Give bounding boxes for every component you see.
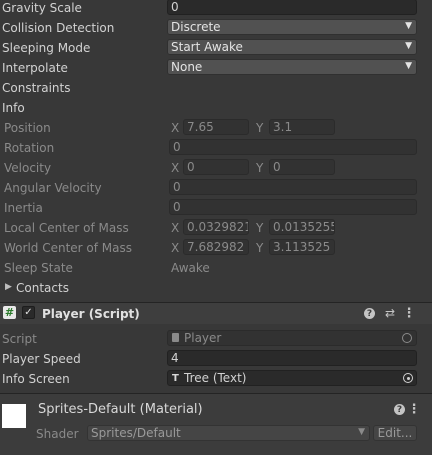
dropdown-arrow-icon: ▼ bbox=[405, 21, 412, 31]
sleeping-mode-label: Sleeping Mode bbox=[2, 41, 91, 55]
object-picker-icon[interactable] bbox=[403, 373, 413, 383]
inertia-field: 0 bbox=[169, 199, 417, 215]
script-value: Player bbox=[184, 331, 222, 345]
position-row: Position X 7.65 Y 3.1 bbox=[0, 118, 432, 138]
angular-velocity-label: Angular Velocity bbox=[4, 181, 102, 195]
info-label: Info bbox=[2, 101, 25, 115]
player-script-title: Player (Script) bbox=[42, 307, 140, 321]
y-axis-label: Y bbox=[256, 221, 264, 235]
local-center-of-mass-y-field: 0.0135255 bbox=[269, 219, 335, 235]
velocity-row: Velocity X 0 Y 0 bbox=[0, 158, 432, 178]
script-hash-icon: # bbox=[3, 306, 16, 319]
world-center-of-mass-row: World Center of Mass X 7.682982 Y 3.1135… bbox=[0, 238, 432, 258]
dropdown-arrow-icon: ▼ bbox=[405, 61, 412, 71]
player-script-header[interactable]: # ✓ Player (Script) ? ⇄ ⋮ bbox=[0, 303, 432, 324]
info-screen-label: Info Screen bbox=[2, 372, 70, 386]
info-screen-row: Info Screen T Tree (Text) bbox=[0, 369, 432, 389]
material-title: Sprites-Default (Material) bbox=[38, 402, 203, 417]
player-speed-label: Player Speed bbox=[2, 352, 81, 366]
sleeping-mode-row: Sleeping Mode Start Awake ▼ bbox=[0, 38, 432, 58]
gravity-scale-label: Gravity Scale bbox=[2, 1, 82, 15]
sleeping-mode-dropdown[interactable]: Start Awake ▼ bbox=[167, 39, 417, 55]
y-axis-label: Y bbox=[256, 241, 264, 255]
world-center-of-mass-y-field: 3.113525 bbox=[269, 239, 335, 255]
info-screen-field[interactable]: T Tree (Text) bbox=[167, 370, 417, 386]
expand-arrow-icon[interactable]: ▶ bbox=[5, 282, 12, 292]
inertia-row: Inertia 0 bbox=[0, 198, 432, 218]
collision-detection-value: Discrete bbox=[171, 20, 221, 34]
rotation-field: 0 bbox=[169, 139, 417, 155]
more-options-icon[interactable]: ⋮ bbox=[403, 306, 416, 321]
velocity-y-field: 0 bbox=[269, 159, 335, 175]
interpolate-label: Interpolate bbox=[2, 61, 68, 75]
contacts-row[interactable]: ▶ Contacts bbox=[0, 278, 432, 298]
y-axis-label: Y bbox=[256, 121, 264, 135]
x-axis-label: X bbox=[171, 121, 180, 135]
player-speed-row: Player Speed 4 bbox=[0, 349, 432, 369]
shader-edit-button[interactable]: Edit... bbox=[373, 425, 417, 441]
collision-detection-row: Collision Detection Discrete ▼ bbox=[0, 18, 432, 38]
constraints-label: Constraints bbox=[2, 81, 71, 95]
constraints-row[interactable]: Constraints bbox=[0, 78, 432, 98]
shader-label: Shader bbox=[36, 427, 79, 441]
local-center-of-mass-x-field: 0.0329821 bbox=[183, 219, 249, 235]
more-options-icon[interactable]: ⋮ bbox=[408, 402, 421, 417]
angular-velocity-row: Angular Velocity 0 bbox=[0, 178, 432, 198]
text-component-icon: T bbox=[172, 373, 179, 384]
collision-detection-label: Collision Detection bbox=[2, 21, 115, 35]
player-speed-field[interactable]: 4 bbox=[167, 350, 417, 366]
enabled-checkbox[interactable]: ✓ bbox=[22, 306, 35, 319]
gravity-scale-row: Gravity Scale 0 bbox=[0, 0, 432, 18]
script-file-icon bbox=[172, 333, 179, 342]
presets-icon[interactable]: ⇄ bbox=[383, 306, 397, 320]
sleeping-mode-value: Start Awake bbox=[171, 40, 243, 54]
contacts-label: Contacts bbox=[16, 281, 69, 295]
collision-detection-dropdown[interactable]: Discrete ▼ bbox=[167, 19, 417, 35]
world-center-of-mass-label: World Center of Mass bbox=[4, 241, 132, 255]
rotation-row: Rotation 0 bbox=[0, 138, 432, 158]
local-center-of-mass-label: Local Center of Mass bbox=[4, 221, 129, 235]
dropdown-arrow-icon: ▼ bbox=[405, 41, 412, 51]
gravity-scale-field[interactable]: 0 bbox=[167, 0, 417, 15]
interpolate-dropdown[interactable]: None ▼ bbox=[167, 59, 417, 75]
sleep-state-label: Sleep State bbox=[4, 261, 73, 275]
y-axis-label: Y bbox=[256, 161, 264, 175]
velocity-label: Velocity bbox=[4, 161, 52, 175]
info-screen-value: Tree (Text) bbox=[184, 371, 247, 385]
shader-value: Sprites/Default bbox=[91, 426, 181, 440]
info-row[interactable]: Info bbox=[0, 98, 432, 118]
shader-dropdown[interactable]: Sprites/Default ▼ bbox=[87, 425, 370, 441]
x-axis-label: X bbox=[171, 221, 180, 235]
inertia-label: Inertia bbox=[4, 201, 43, 215]
sleep-state-value: Awake bbox=[171, 261, 210, 275]
angular-velocity-field: 0 bbox=[169, 179, 417, 195]
position-y-field: 3.1 bbox=[269, 119, 335, 135]
local-center-of-mass-row: Local Center of Mass X 0.0329821 Y 0.013… bbox=[0, 218, 432, 238]
velocity-x-field: 0 bbox=[183, 159, 249, 175]
script-label: Script bbox=[2, 332, 37, 346]
x-axis-label: X bbox=[171, 161, 180, 175]
material-preview bbox=[2, 404, 26, 428]
x-axis-label: X bbox=[171, 241, 180, 255]
position-x-field: 7.65 bbox=[183, 119, 249, 135]
dropdown-arrow-icon: ▼ bbox=[358, 427, 365, 437]
help-icon[interactable]: ? bbox=[364, 308, 375, 319]
position-label: Position bbox=[4, 121, 51, 135]
script-row: Script Player bbox=[0, 329, 432, 349]
interpolate-row: Interpolate None ▼ bbox=[0, 58, 432, 78]
interpolate-value: None bbox=[171, 60, 203, 74]
world-center-of-mass-x-field: 7.682982 bbox=[183, 239, 249, 255]
help-icon[interactable]: ? bbox=[394, 404, 405, 415]
material-panel: Sprites-Default (Material) ? ⋮ Shader Sp… bbox=[0, 394, 432, 455]
object-picker-icon bbox=[402, 333, 412, 343]
rotation-label: Rotation bbox=[4, 141, 55, 155]
sleep-state-row: Sleep State Awake bbox=[0, 258, 432, 278]
script-field: Player bbox=[167, 330, 417, 346]
